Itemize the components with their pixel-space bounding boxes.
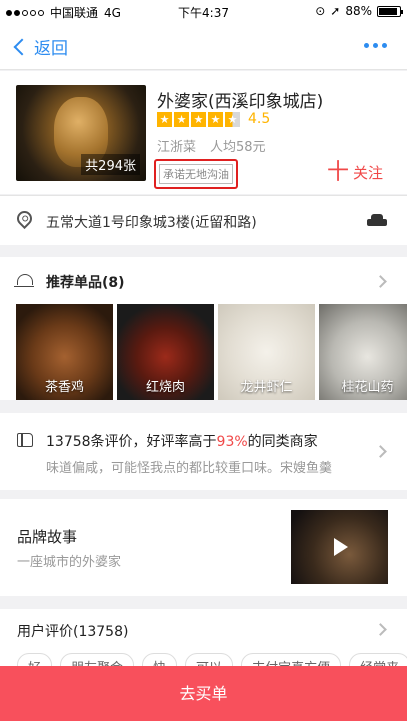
brand-subtitle: 一座城市的外婆家 [17,555,122,570]
promise-tag: 承诺无地沟油 [154,159,238,189]
recommend-title: 推荐单品(8) [46,275,125,291]
battery-icon [377,5,403,17]
dish-strip[interactable]: 茶香鸡 红烧肉 龙井虾仁 桂花山药 [16,304,407,400]
dish-card[interactable]: 龙井虾仁 [218,304,315,400]
review-summary[interactable]: 13758条评价，好评率高于93%的同类商家 味道偏咸，可能怪我点的都比较重口味… [0,413,407,490]
address-text: 五常大道1号印象城3楼(近留和路) [46,215,257,231]
user-review-title[interactable]: 用户评价(13758) [17,621,128,641]
rotation-lock-icon: ⊙ [315,4,326,18]
star-icon: ★ [174,111,189,127]
recommend-section: 推荐单品(8) 茶香鸡 红烧肉 龙井虾仁 桂花山药 [0,257,407,400]
rating-value: 4.5 [248,111,271,127]
brand-video[interactable] [291,510,388,584]
pay-bill-button[interactable]: 去买单 [0,666,407,721]
dish-name: 桂花山药 [341,380,394,395]
location-pin-icon [13,207,36,230]
thumbs-up-icon [17,433,33,447]
cloche-icon [14,274,34,287]
taxi-icon[interactable] [367,214,387,228]
photo-count: 共294张 [81,154,140,175]
more-icon [364,43,369,48]
star-icon: ★ [157,111,172,127]
chevron-right-icon [374,275,387,288]
follow-label: 关注 [352,164,383,182]
shop-name: 外婆家(西溪印象城店) [157,92,324,112]
star-rating: ★ ★ ★ ★ ★ 4.5 [157,111,270,127]
shop-photo[interactable]: 共294张 [16,85,146,181]
back-label: 返回 [34,39,68,59]
cuisine-label: 江浙菜 [157,140,197,155]
good-rate-percent: 93% [216,434,248,450]
promise-tag-label: 承诺无地沟油 [159,164,233,184]
avg-price: 人均58元 [210,140,266,155]
review-stats: 13758条评价，好评率高于93%的同类商家 [46,434,318,450]
plus-icon: 十 [326,159,349,185]
chevron-left-icon [13,38,31,55]
half-star-icon: ★ [225,111,240,127]
nav-bar: 返回 [0,22,407,70]
star-icon: ★ [191,111,206,127]
battery-percent: 88% [345,4,372,18]
dish-name: 茶香鸡 [44,380,84,395]
brand-title: 品牌故事 [17,528,78,546]
chevron-right-icon [374,445,387,458]
review-snippet: 味道偏咸，可能怪我点的都比较重口味。宋嫂鱼羹 [46,461,333,476]
shop-card: 共294张 外婆家(西溪印象城店) ★ ★ ★ ★ ★ 4.5 江浙菜 人均58… [0,71,407,194]
address-row[interactable]: 五常大道1号印象城3楼(近留和路) [0,195,407,245]
dish-card[interactable]: 桂花山药 [319,304,407,400]
recommend-header[interactable]: 推荐单品(8) [0,257,407,304]
chevron-right-icon [374,623,387,636]
dish-name: 红烧肉 [145,380,185,395]
back-button[interactable]: 返回 [12,34,68,59]
dish-name: 龙井虾仁 [240,380,293,395]
status-bar: 中国联通 4G 下午4:37 ⊙ ➚ 88% [0,0,407,22]
follow-button[interactable]: 十 关注 [326,159,383,185]
brand-story[interactable]: 品牌故事 一座城市的外婆家 [0,499,407,596]
dish-card[interactable]: 红烧肉 [117,304,214,400]
location-icon: ➚ [330,4,341,18]
more-button[interactable] [364,43,387,48]
play-icon [334,538,348,556]
star-icon: ★ [208,111,223,127]
dish-card[interactable]: 茶香鸡 [16,304,113,400]
